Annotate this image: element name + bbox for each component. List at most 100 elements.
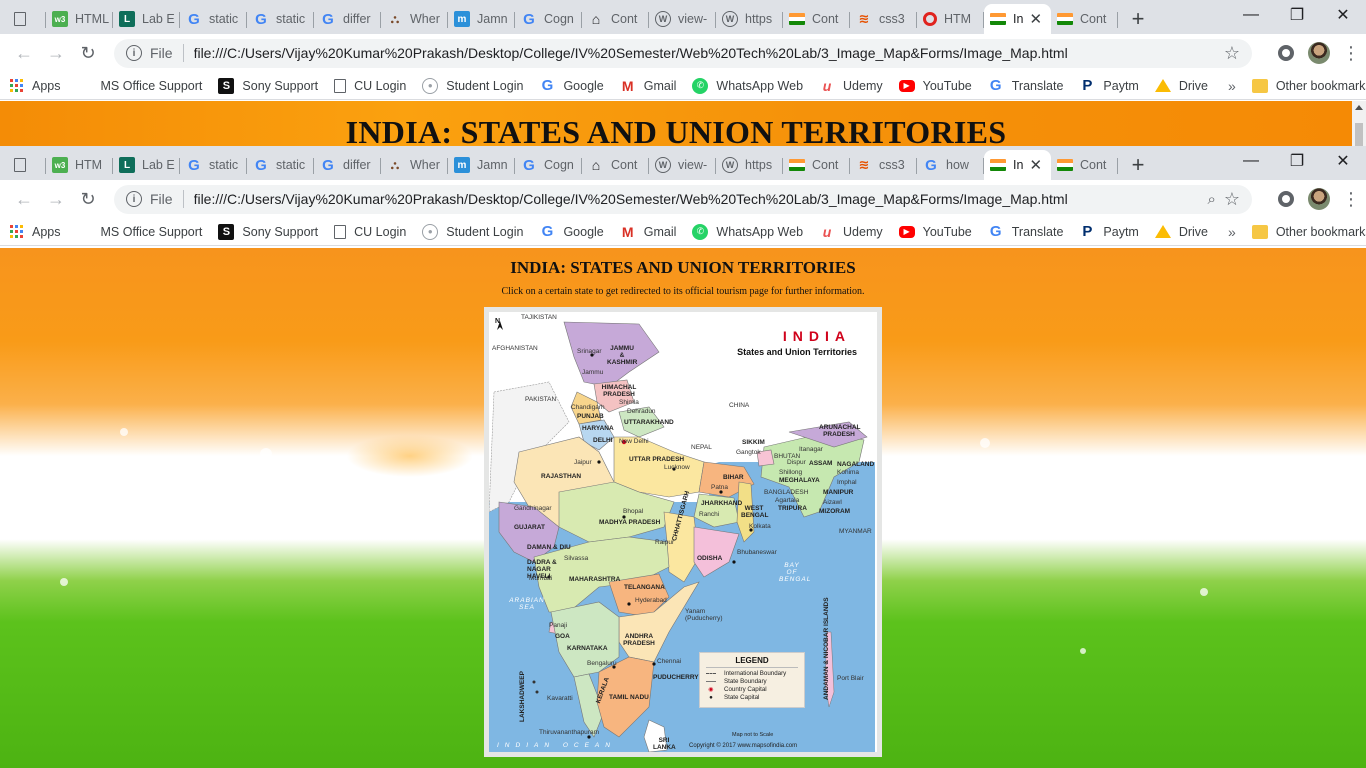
new-tab-button[interactable]: + [1118, 150, 1158, 180]
map-label-maharashtra[interactable]: MAHARASHTRA [569, 576, 620, 583]
info-icon[interactable]: i [126, 191, 142, 207]
scroll-thumb[interactable] [1355, 123, 1363, 147]
map-label-nagaland[interactable]: NAGALAND [837, 461, 874, 468]
bookmark-apps[interactable]: Apps [10, 225, 61, 239]
map-label-puducherry[interactable]: PUDUCHERRY [653, 674, 699, 681]
address-bar[interactable]: i File file:///C:/Users/Vijay%20Kumar%20… [114, 184, 1252, 214]
outer-tab-11[interactable]: Whttps [716, 4, 783, 34]
bookmark-youtube[interactable]: ▶ YouTube [898, 225, 972, 239]
bookmark-ms-office[interactable]: MS Office Support [77, 224, 203, 239]
bookmark-star-icon[interactable]: ☆ [1224, 43, 1240, 64]
reload-icon[interactable]: ↻ [72, 183, 104, 215]
menu-icon[interactable]: ⋮ [1342, 43, 1360, 64]
bookmark-cu-login[interactable]: CU Login [334, 224, 406, 239]
restore-icon[interactable]: ❐ [1274, 146, 1320, 176]
info-icon[interactable]: i [126, 45, 142, 61]
bookmark-google[interactable]: G Google [539, 223, 604, 240]
map-label-delhi[interactable]: DELHI [593, 437, 613, 444]
outer-tab-13[interactable]: ≋ css3 [850, 4, 917, 34]
map-label-uttarakhand[interactable]: UTTARAKHAND [624, 419, 674, 426]
outer-tab-14[interactable]: HTM [917, 4, 984, 34]
bookmark-drive[interactable]: Drive [1154, 79, 1208, 93]
lakshadweep-island[interactable] [532, 680, 536, 684]
outer-tab-10[interactable]: Wview- [649, 4, 716, 34]
bookmark-gmail[interactable]: M Gmail [620, 78, 677, 94]
map-label-mp[interactable]: MADHYA PRADESH [599, 519, 660, 526]
reload-icon[interactable]: ↻ [72, 37, 104, 69]
outer-tab-12[interactable]: Cont [783, 4, 850, 34]
scroll-up-icon[interactable] [1355, 105, 1363, 110]
map-label-jharkhand[interactable]: JHARKHAND [701, 500, 742, 507]
url-text[interactable]: file:///C:/Users/Vijay%20Kumar%20Prakash… [194, 45, 1216, 61]
close-window-icon[interactable]: ✕ [1320, 146, 1366, 176]
bookmark-star-icon[interactable]: ☆ [1224, 189, 1240, 210]
bookmark-gmail[interactable]: M Gmail [620, 224, 677, 240]
minimize-icon[interactable]: — [1228, 0, 1274, 30]
inner-tab-2[interactable]: L Lab E [113, 150, 180, 180]
inner-tab-12[interactable]: Cont [783, 150, 850, 180]
map-label-telangana[interactable]: TELANGANA [624, 584, 665, 591]
map-label-assam[interactable]: ASSAM [809, 460, 832, 467]
avatar[interactable] [1308, 188, 1330, 210]
new-tab-button[interactable]: + [1118, 4, 1158, 34]
map-label-odisha[interactable]: ODISHA [697, 555, 722, 562]
close-window-icon[interactable]: ✕ [1320, 0, 1366, 30]
outer-tab-4[interactable]: Gstatic [247, 4, 314, 34]
map-label-up[interactable]: UTTAR PRADESH [629, 456, 684, 463]
bookmark-sony[interactable]: S Sony Support [218, 223, 318, 240]
extension-icon[interactable] [1278, 45, 1294, 61]
map-label-rajasthan[interactable]: RAJASTHAN [541, 473, 581, 480]
bookmark-student-login[interactable]: ● Student Login [422, 223, 523, 240]
inner-tab-10[interactable]: Wview- [649, 150, 716, 180]
more-bookmarks-icon[interactable]: » [1228, 224, 1236, 240]
map-label-hp[interactable]: HIMACHAL PRADESH [599, 384, 639, 398]
inner-tab-13[interactable]: ≋ css3 [850, 150, 917, 180]
inner-tab-4[interactable]: Gstatic [247, 150, 314, 180]
outer-tab-6[interactable]: ⛬ Wher [381, 4, 448, 34]
inner-tab-14[interactable]: Ghow [917, 150, 984, 180]
state-odisha[interactable] [693, 526, 740, 578]
zoom-icon[interactable]: ⌕ [1207, 191, 1215, 208]
other-bookmarks[interactable]: Other bookmarks [1251, 224, 1366, 239]
inner-tab-active[interactable]: In ✕ [984, 150, 1051, 180]
outer-tab-8[interactable]: G Cogn [515, 4, 582, 34]
map-label-bihar[interactable]: BIHAR [723, 474, 744, 481]
inner-tab-7[interactable]: m Jamn [448, 150, 515, 180]
inner-tab-6[interactable]: ⛬ Wher [381, 150, 448, 180]
back-arrow-icon[interactable]: ← [8, 183, 40, 215]
outer-tab-active[interactable]: In ✕ [984, 4, 1051, 34]
bookmark-student-login[interactable]: ● Student Login [422, 77, 523, 94]
map-label-karnataka[interactable]: KARNATAKA [567, 645, 608, 652]
avatar[interactable] [1308, 42, 1330, 64]
bookmark-translate[interactable]: G Translate [988, 223, 1064, 240]
menu-icon[interactable]: ⋮ [1342, 189, 1360, 210]
more-bookmarks-icon[interactable]: » [1228, 78, 1236, 94]
close-tab-icon[interactable]: ✕ [1029, 10, 1042, 28]
map-label-arunachal[interactable]: ARUNACHAL PRADESH [819, 424, 861, 438]
outer-tab-16[interactable]: Cont [1051, 4, 1118, 34]
outer-tab-1[interactable]: w3 HTML [46, 4, 113, 34]
inner-tab-8[interactable]: G Cogn [515, 150, 582, 180]
bookmark-whatsapp[interactable]: ✆ WhatsApp Web [692, 77, 803, 94]
forward-arrow-icon[interactable]: → [40, 183, 72, 215]
map-label-sikkim[interactable]: SIKKIM [742, 439, 765, 446]
map-label-mizoram[interactable]: MIZORAM [819, 508, 850, 515]
bookmark-google[interactable]: G Google [539, 77, 604, 94]
outer-tab-3[interactable]: Gstatic [180, 4, 247, 34]
inner-tab-16[interactable]: Cont [1051, 150, 1118, 180]
outer-tab-9[interactable]: ⌂ Cont [582, 4, 649, 34]
bookmark-paytm[interactable]: P Paytm [1079, 223, 1138, 240]
bookmark-ms-office[interactable]: MS Office Support [77, 78, 203, 93]
lakshadweep-island[interactable] [535, 690, 539, 694]
map-label-tripura[interactable]: TRIPURA [778, 505, 807, 512]
map-label-meghalaya[interactable]: MEGHALAYA [779, 477, 820, 484]
inner-tab-11[interactable]: Whttps [716, 150, 783, 180]
inner-tab-9[interactable]: ⌂ Cont [582, 150, 649, 180]
outer-tab-2[interactable]: L Lab E [113, 4, 180, 34]
bookmark-udemy[interactable]: u Udemy [819, 78, 883, 94]
bookmark-youtube[interactable]: ▶ YouTube [898, 79, 972, 93]
bookmark-cu-login[interactable]: CU Login [334, 78, 406, 93]
map-label-wb[interactable]: WEST BENGAL [741, 505, 768, 519]
bookmark-udemy[interactable]: u Udemy [819, 224, 883, 240]
map-label-jk[interactable]: JAMMU & KASHMIR [607, 345, 637, 366]
